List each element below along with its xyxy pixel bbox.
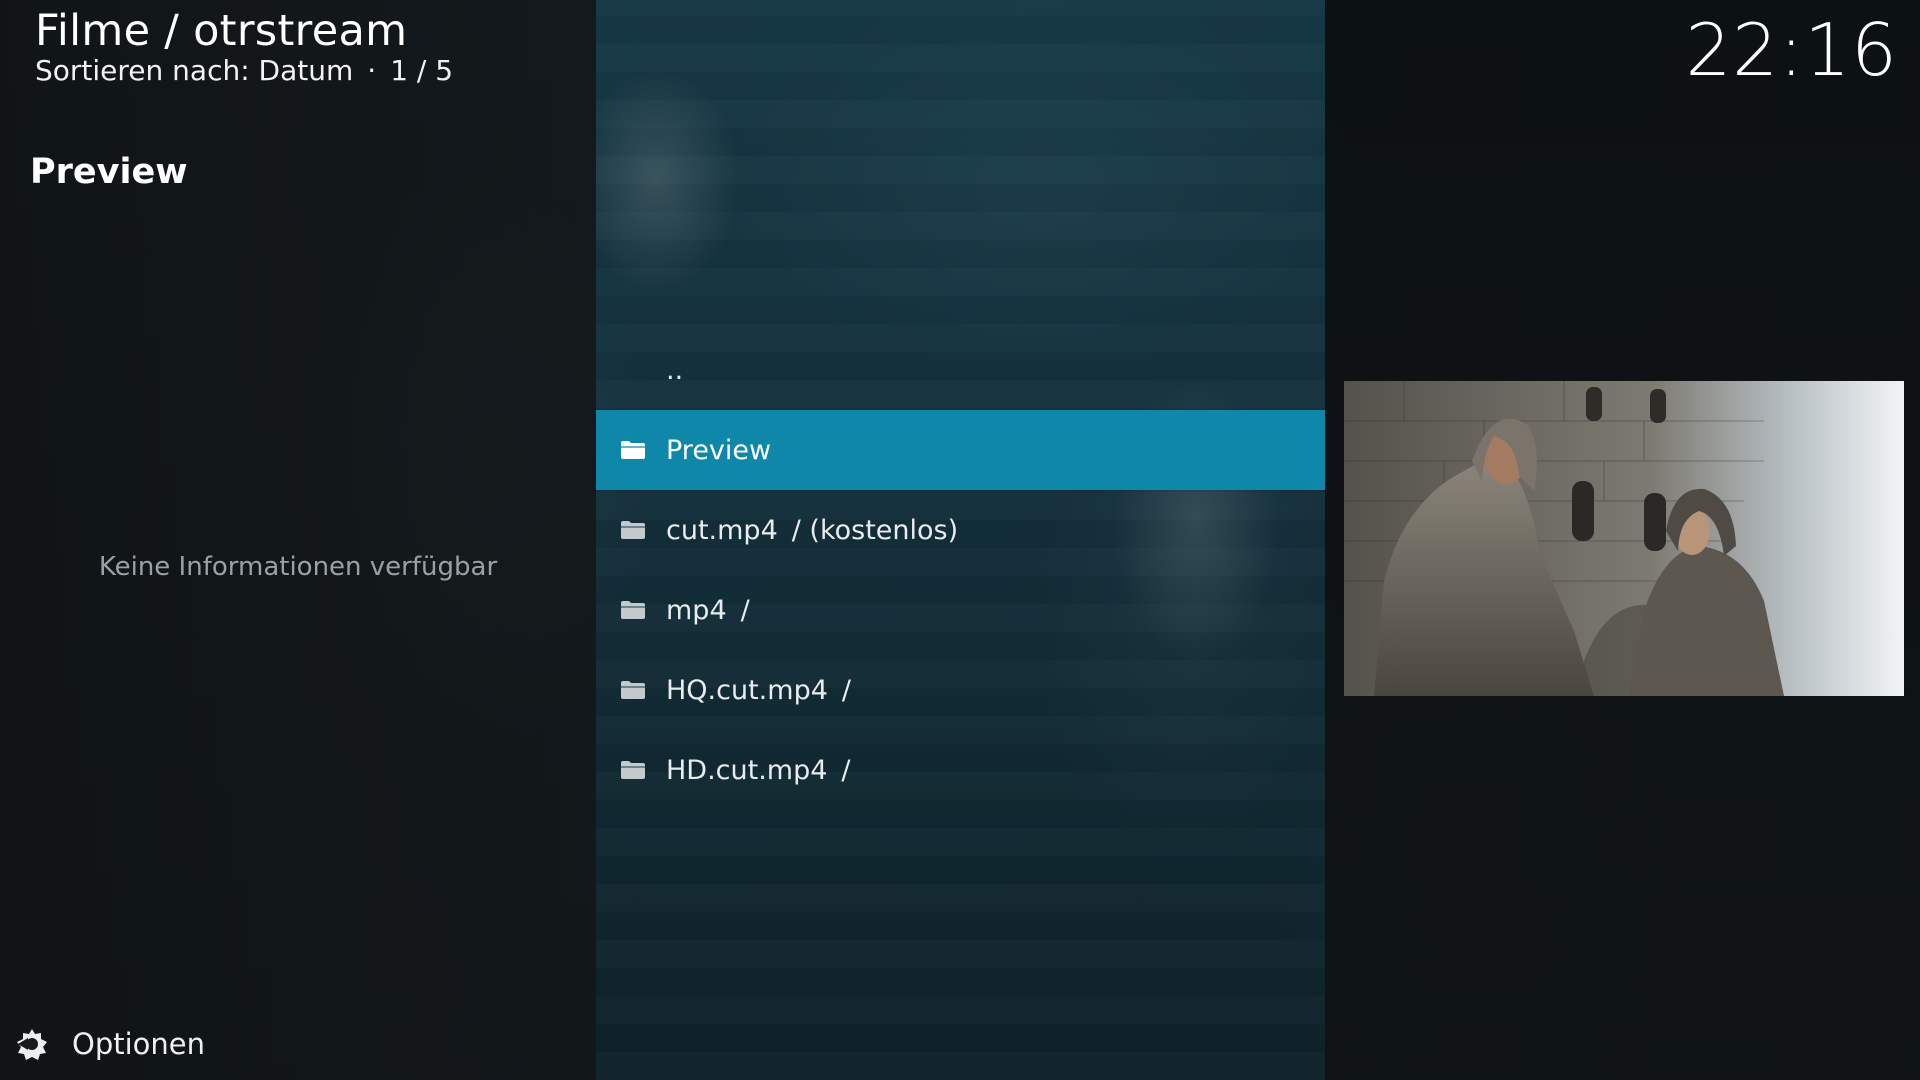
options-button[interactable]: Optionen <box>14 1026 205 1062</box>
list-item-suffix: / <box>740 594 750 626</box>
list-item-parent[interactable]: .. <box>596 330 1325 410</box>
sort-label: Sortieren nach: Datum <box>35 54 354 87</box>
separator-dot: · <box>367 54 377 87</box>
list-item-hq-cut-mp4[interactable]: HQ.cut.mp4 / <box>596 650 1325 730</box>
thumbnail-image <box>1344 381 1904 696</box>
list-item-label: mp4 <box>666 594 727 626</box>
breadcrumb-title: Filme / otrstream <box>35 6 408 56</box>
list-item-suffix: / <box>841 674 851 706</box>
list-item-label: HQ.cut.mp4 <box>666 674 828 706</box>
list-item-preview[interactable]: Preview <box>596 410 1325 490</box>
list-item-hd-cut-mp4[interactable]: HD.cut.mp4 / <box>596 730 1325 810</box>
list-item-mp4[interactable]: mp4 / <box>596 570 1325 650</box>
info-title: Preview <box>30 152 188 192</box>
item-position: 1 / 5 <box>390 54 454 87</box>
folder-icon <box>621 681 645 699</box>
file-list: .. Preview cut.mp4 / (kostenlos) mp4 / HQ.… <box>596 330 1325 810</box>
clock: 22:16 <box>1685 8 1898 92</box>
list-item-label: HD.cut.mp4 <box>666 754 828 786</box>
list-item-cut-mp4[interactable]: cut.mp4 / (kostenlos) <box>596 490 1325 570</box>
info-empty-message: Keine Informationen verfügbar <box>98 552 498 582</box>
preview-thumbnail <box>1344 381 1904 696</box>
list-item-label: .. <box>666 354 684 386</box>
folder-icon <box>621 761 645 779</box>
list-item-label: Preview <box>666 434 772 466</box>
folder-icon <box>621 441 645 459</box>
sort-status: Sortieren nach: Datum · 1 / 5 <box>35 54 453 87</box>
list-item-suffix: / <box>841 754 851 786</box>
folder-icon <box>621 601 645 619</box>
options-icon <box>17 1029 47 1060</box>
list-item-suffix: / (kostenlos) <box>791 514 959 546</box>
options-label: Optionen <box>72 1027 206 1061</box>
list-item-label: cut.mp4 <box>666 514 778 546</box>
folder-icon <box>621 521 645 539</box>
media-window: Filme / otrstream Sortieren nach: Datum ·… <box>0 0 1920 1080</box>
